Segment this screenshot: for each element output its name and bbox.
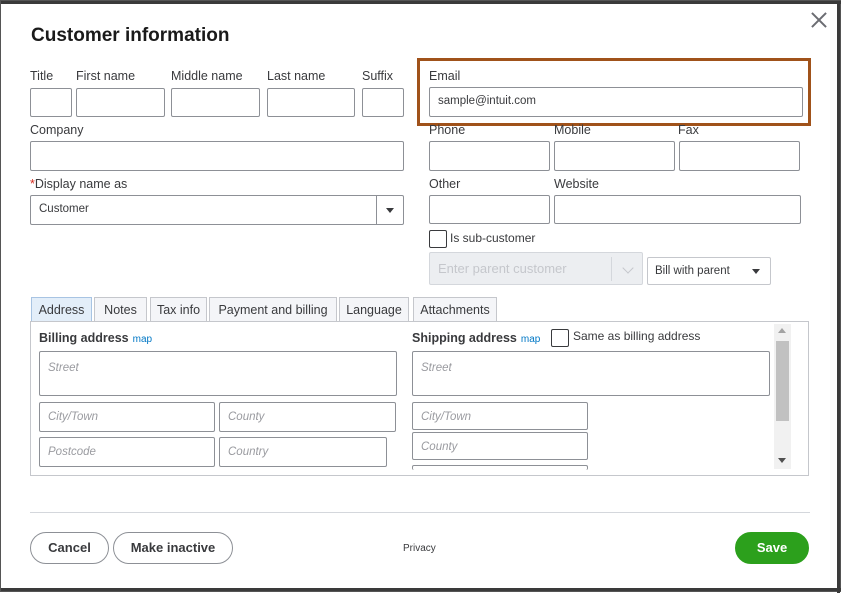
display-name-label: *Display name as (30, 177, 127, 191)
scroll-down-icon[interactable] (778, 458, 786, 463)
company-field[interactable] (30, 141, 404, 171)
shipping-address-heading: Shipping address map (412, 331, 540, 345)
website-label: Website (554, 177, 599, 191)
chevron-down-icon[interactable] (376, 196, 403, 224)
same-as-billing-label: Same as billing address (573, 329, 701, 343)
website-field[interactable] (554, 195, 801, 224)
bill-with-parent-select: Bill with parent (647, 257, 771, 285)
shipping-next-field[interactable] (412, 465, 588, 470)
billing-street-field[interactable]: Street (39, 351, 397, 396)
email-field[interactable]: sample@intuit.com (429, 87, 803, 117)
shipping-county-field[interactable]: County (412, 432, 588, 460)
billing-postcode-placeholder: Postcode (48, 446, 96, 458)
phone-label: Phone (429, 123, 466, 137)
display-name-select[interactable]: Customer (30, 195, 404, 225)
sub-customer-label: Is sub-customer (450, 231, 536, 245)
make-inactive-button[interactable]: Make inactive (113, 532, 233, 564)
title-field[interactable] (30, 88, 72, 117)
suffix-field[interactable] (362, 88, 404, 117)
other-label: Other (429, 177, 461, 191)
address-scrollbar[interactable] (774, 324, 791, 469)
billing-county-placeholder: County (228, 411, 265, 423)
title-label: Title (30, 69, 54, 83)
billing-postcode-field[interactable]: Postcode (39, 437, 215, 467)
shipping-street-placeholder: Street (421, 362, 452, 374)
billing-county-field[interactable]: County (219, 402, 396, 432)
last-name-field[interactable] (267, 88, 355, 117)
mobile-field[interactable] (554, 141, 675, 171)
caret-down-icon (752, 269, 760, 274)
company-label: Company (30, 123, 84, 137)
billing-country-placeholder: Country (228, 446, 269, 458)
shipping-street-field[interactable]: Street (412, 351, 770, 396)
dialog-title: Customer information (31, 25, 230, 46)
shipping-city-field[interactable]: City/Town (412, 402, 588, 430)
fax-field[interactable] (679, 141, 800, 171)
footer-divider (30, 512, 810, 513)
billing-street-placeholder: Street (48, 362, 79, 374)
suffix-label: Suffix (362, 69, 394, 83)
cancel-button[interactable]: Cancel (30, 532, 109, 564)
mobile-label: Mobile (554, 123, 591, 137)
billing-map-link[interactable]: map (133, 334, 152, 345)
shipping-map-link[interactable]: map (521, 334, 540, 345)
first-name-field[interactable] (76, 88, 165, 117)
sub-customer-checkbox[interactable] (429, 230, 447, 248)
parent-customer-select: Enter parent customer (429, 252, 643, 285)
save-button[interactable]: Save (735, 532, 809, 564)
tab-notes[interactable]: Notes (94, 297, 147, 322)
scroll-thumb[interactable] (776, 341, 789, 421)
shipping-county-placeholder: County (421, 441, 458, 453)
billing-address-label: Billing address (39, 331, 129, 345)
close-icon[interactable] (807, 8, 831, 32)
parent-customer-placeholder: Enter parent customer (438, 261, 567, 276)
other-field[interactable] (429, 195, 550, 224)
tab-attachments[interactable]: Attachments (413, 297, 497, 322)
tab-payment-and-billing[interactable]: Payment and billing (209, 297, 337, 322)
email-label: Email (429, 69, 461, 83)
chevron-down-icon (622, 262, 634, 274)
middle-name-field[interactable] (171, 88, 260, 117)
fax-label: Fax (678, 123, 699, 137)
scroll-up-icon[interactable] (778, 328, 786, 333)
display-name-label-text: Display name as (34, 177, 128, 191)
tab-address[interactable]: Address (31, 297, 92, 322)
shipping-city-placeholder: City/Town (421, 411, 472, 423)
billing-city-placeholder: City/Town (48, 411, 99, 423)
billing-address-heading: Billing address map (39, 331, 152, 345)
tab-language[interactable]: Language (339, 297, 409, 322)
tab-tax-info[interactable]: Tax info (150, 297, 207, 322)
middle-name-label: Middle name (171, 69, 243, 83)
privacy-link[interactable]: Privacy (403, 543, 436, 554)
shipping-address-label: Shipping address (412, 331, 517, 345)
phone-field[interactable] (429, 141, 550, 171)
last-name-label: Last name (267, 69, 326, 83)
billing-city-field[interactable]: City/Town (39, 402, 215, 432)
bill-with-parent-value: Bill with parent (655, 265, 730, 277)
first-name-label: First name (76, 69, 136, 83)
billing-country-field[interactable]: Country (219, 437, 387, 467)
same-as-billing-checkbox[interactable] (551, 329, 569, 347)
display-name-value: Customer (39, 203, 89, 215)
